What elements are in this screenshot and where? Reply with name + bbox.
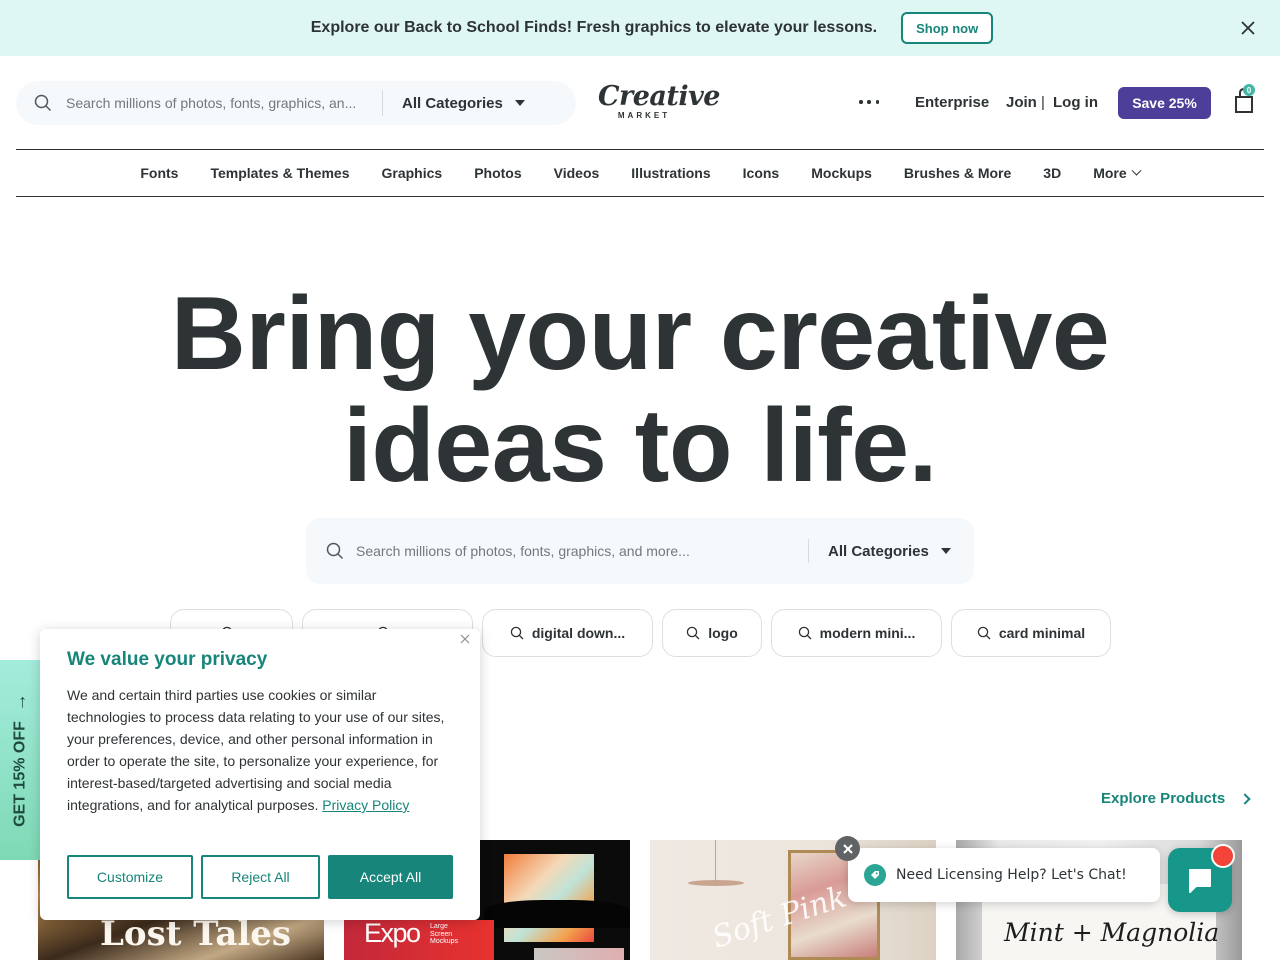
discount-side-tab[interactable]: GET 15% OFF →	[0, 660, 40, 860]
nav-photos[interactable]: Photos	[474, 165, 521, 181]
chip-label: card minimal	[998, 625, 1086, 641]
privacy-policy-link[interactable]: Privacy Policy	[322, 797, 409, 813]
chat-icon	[1189, 869, 1211, 893]
explore-products-link[interactable]: Explore Products	[1101, 790, 1251, 807]
category-select-label: All Categories	[402, 94, 503, 112]
search-icon	[326, 542, 344, 560]
nav-more[interactable]: More	[1093, 165, 1142, 181]
search-icon	[34, 94, 52, 112]
search-chip[interactable]: modern mini...	[771, 609, 942, 657]
close-icon[interactable]	[458, 632, 472, 646]
nav-icons[interactable]: Icons	[743, 165, 780, 181]
hero-category-select[interactable]: All Categories	[828, 543, 951, 560]
nav-videos[interactable]: Videos	[554, 165, 600, 181]
site-header: All Categories Creative MARKET Enterpris…	[0, 56, 1280, 149]
search-icon	[977, 626, 991, 640]
product-card-title: Mint + Magnolia	[1004, 918, 1220, 947]
nav-illustrations[interactable]: Illustrations	[631, 165, 710, 181]
divider	[382, 90, 383, 116]
hero-title-line-1: Bring your creative	[170, 276, 1110, 392]
shop-now-button[interactable]: Shop now	[901, 12, 994, 44]
category-select-label: All Categories	[828, 542, 929, 560]
join-link[interactable]: Join	[1006, 94, 1037, 111]
chip-label: modern mini...	[819, 625, 916, 641]
product-thumbnail-art	[688, 880, 744, 886]
product-card-title: Lost Tales	[100, 914, 292, 954]
discount-tab-label-wrap: GET 15% OFF →	[10, 693, 31, 827]
nav-3d[interactable]: 3D	[1043, 165, 1061, 181]
search-chip[interactable]: logo	[662, 609, 762, 657]
hero-title: Bring your creative ideas to life.	[0, 278, 1280, 502]
product-card-subtitle: Large Screen Mockups	[430, 923, 459, 945]
chevron-right-icon	[1239, 792, 1251, 805]
logo-wordmark: Creative	[598, 81, 720, 112]
cookie-title: We value your privacy	[67, 649, 268, 670]
product-thumbnail-art	[534, 948, 624, 960]
explore-products-label: Explore Products	[1101, 790, 1226, 807]
customize-button[interactable]: Customize	[67, 855, 193, 899]
accept-all-button[interactable]: Accept All	[328, 855, 453, 899]
promo-text: Explore our Back to School Finds! Fresh …	[310, 19, 878, 36]
hero-title-line-2: ideas to life.	[342, 388, 938, 504]
search-chip[interactable]: digital down...	[482, 609, 653, 657]
enterprise-link[interactable]: Enterprise	[915, 94, 989, 111]
promo-banner: Explore our Back to School Finds! Fresh …	[0, 0, 1280, 56]
chat-dismiss-button[interactable]	[835, 836, 860, 861]
caret-down-icon	[514, 100, 525, 106]
divider	[808, 539, 809, 563]
nav-templates-themes[interactable]: Templates & Themes	[210, 165, 349, 181]
category-nav: Fonts Templates & Themes Graphics Photos…	[16, 149, 1264, 197]
creative-market-logo[interactable]: Creative MARKET	[598, 81, 720, 123]
product-card-title: Expo	[364, 918, 421, 948]
header-category-select[interactable]: All Categories	[402, 95, 525, 112]
arrow-up-icon: →	[9, 693, 30, 712]
product-thumbnail-art	[715, 840, 716, 880]
nav-more-label: More	[1093, 165, 1127, 181]
chevron-down-icon	[1131, 165, 1142, 176]
hero-search-input[interactable]	[356, 543, 798, 559]
search-icon	[798, 626, 812, 640]
search-icon	[686, 626, 700, 640]
link-separator: |	[1041, 94, 1045, 111]
cookie-description: We and certain third parties use cookies…	[67, 684, 447, 816]
close-icon[interactable]	[1238, 18, 1258, 38]
chip-label: logo	[708, 625, 738, 641]
nav-brushes-more[interactable]: Brushes & More	[904, 165, 1011, 181]
reject-all-button[interactable]: Reject All	[201, 855, 320, 899]
product-thumbnail-art	[484, 900, 630, 928]
logo-subtitle: MARKET	[617, 111, 671, 120]
header-search-bar: All Categories	[16, 81, 576, 125]
caret-down-icon	[940, 548, 951, 554]
save-25-button[interactable]: Save 25%	[1118, 87, 1211, 119]
chip-label: digital down...	[531, 625, 626, 641]
search-chip[interactable]: card minimal	[951, 609, 1111, 657]
cookie-consent-dialog: We value your privacy We and certain thi…	[40, 629, 480, 920]
nav-mockups[interactable]: Mockups	[811, 165, 872, 181]
hero-search-bar: All Categories	[306, 518, 974, 584]
discount-tab-label: GET 15% OFF	[11, 721, 28, 827]
price-tag-icon	[864, 864, 886, 886]
cookie-body-text: We and certain third parties use cookies…	[67, 687, 445, 813]
close-icon	[842, 843, 853, 854]
nav-graphics[interactable]: Graphics	[381, 165, 442, 181]
ellipsis-icon[interactable]	[857, 94, 881, 110]
search-icon	[510, 626, 524, 640]
cart-count-badge: 0	[1243, 84, 1255, 96]
chat-prompt-bubble[interactable]: Need Licensing Help? Let's Chat!	[848, 848, 1160, 902]
header-search-input[interactable]	[66, 95, 382, 111]
nav-fonts[interactable]: Fonts	[140, 165, 178, 181]
unread-notification-dot	[1211, 844, 1235, 868]
login-link[interactable]: Log in	[1053, 94, 1098, 111]
chat-prompt-text: Need Licensing Help? Let's Chat!	[896, 867, 1127, 883]
product-thumbnail-art	[504, 854, 594, 942]
